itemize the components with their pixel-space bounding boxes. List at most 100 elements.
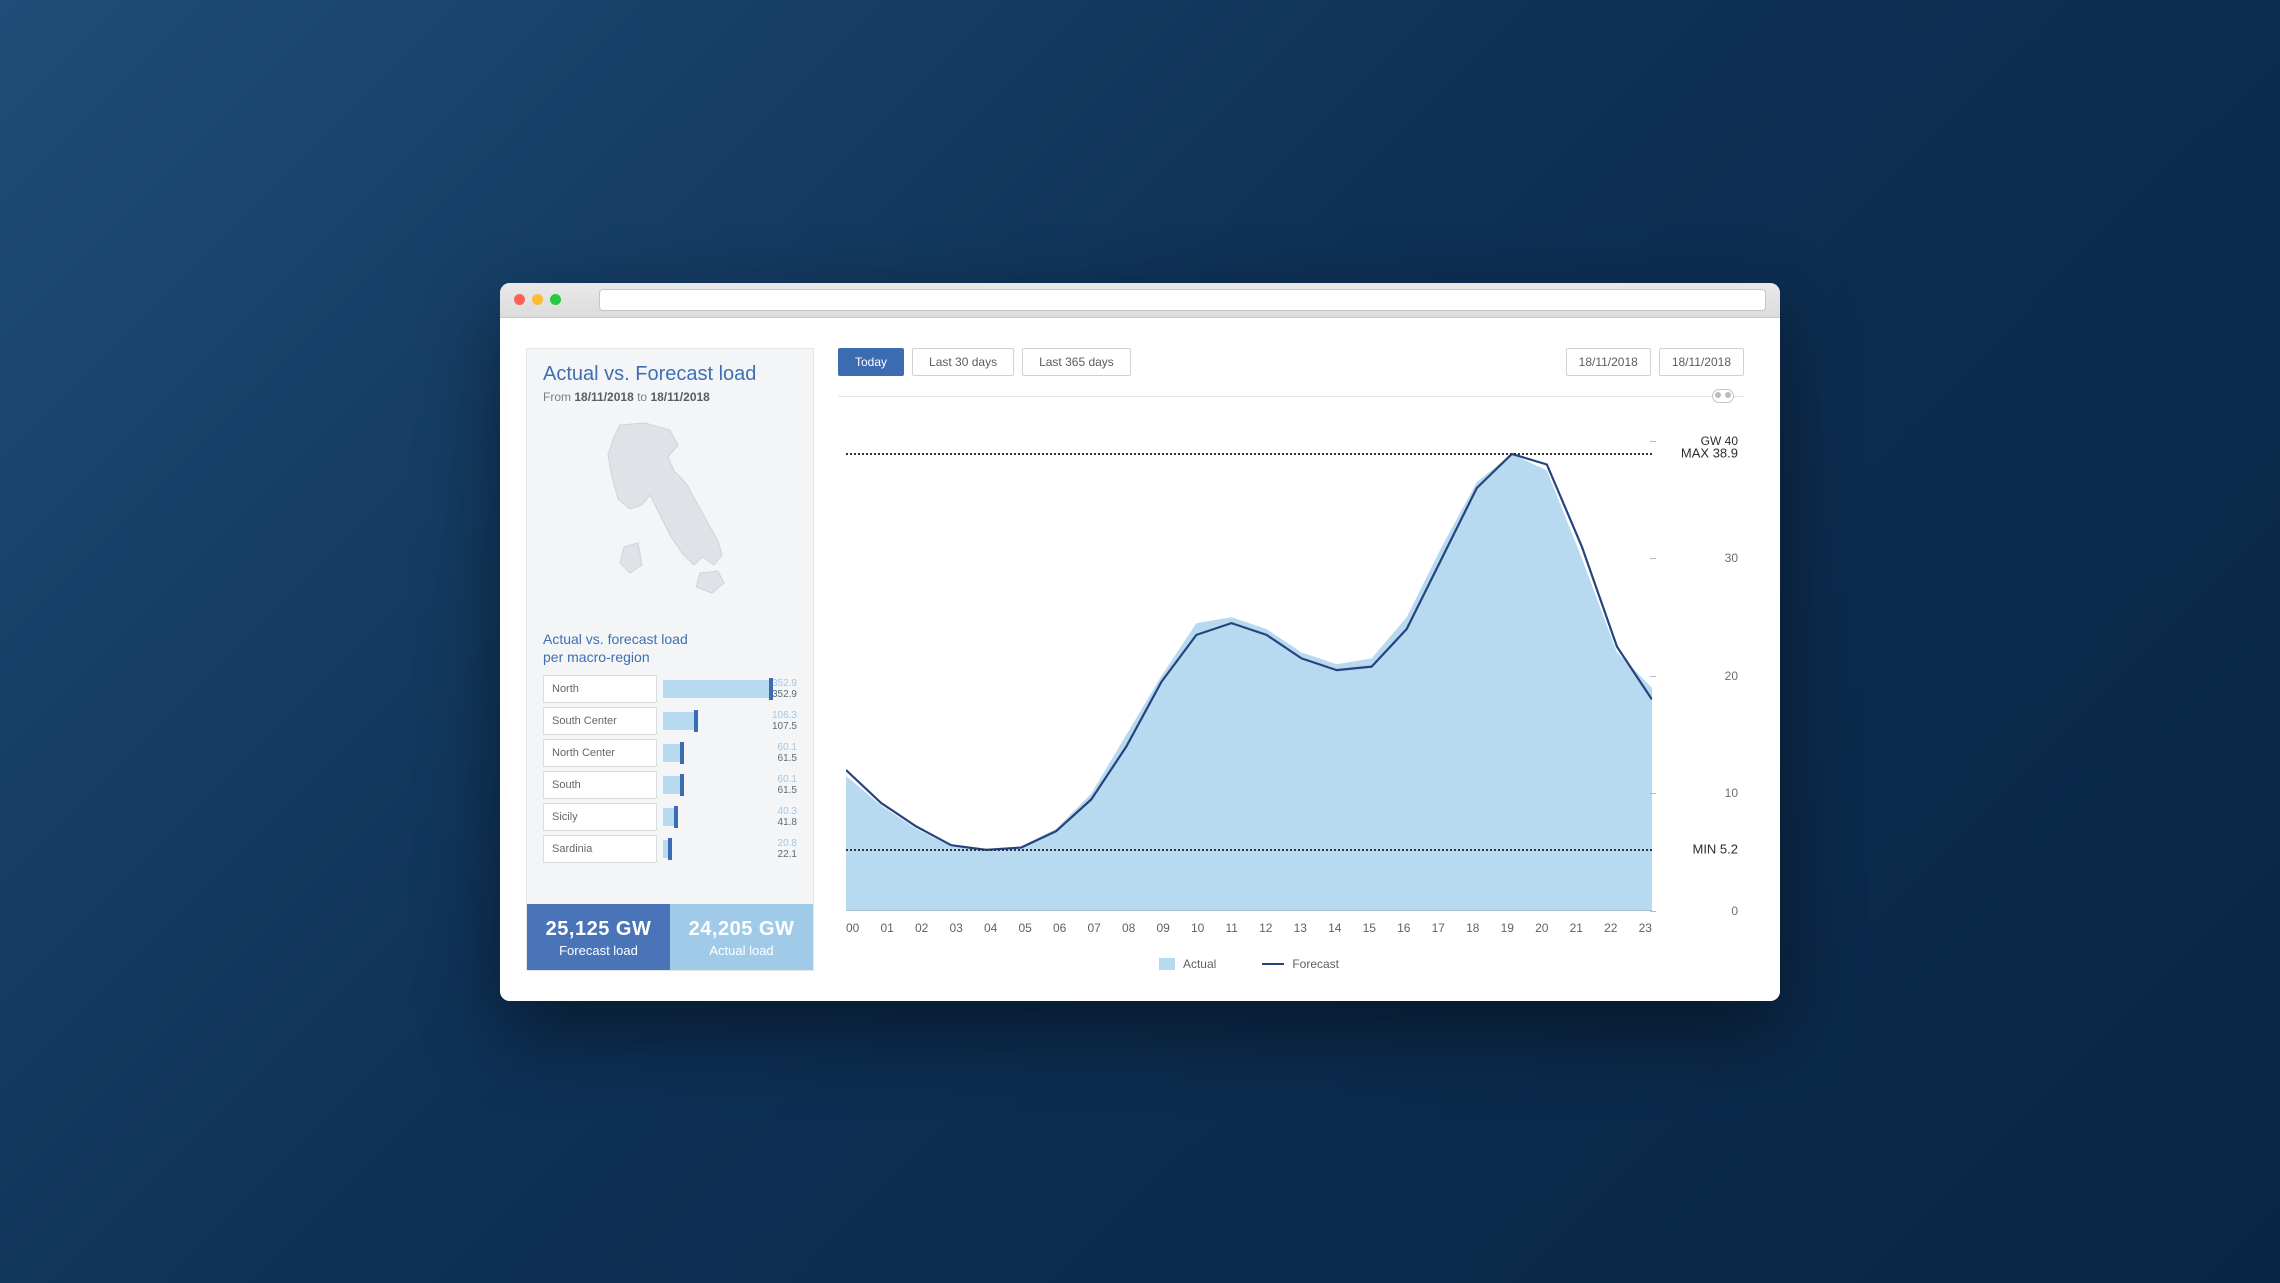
minimize-icon[interactable]	[532, 294, 543, 305]
page-title: Actual vs. Forecast load	[543, 363, 797, 386]
total-forecast-label: Forecast load	[533, 943, 664, 958]
maximize-icon[interactable]	[550, 294, 561, 305]
region-bar	[663, 707, 762, 735]
total-actual: 24,205 GW Actual load	[670, 904, 813, 970]
y-min-label: MIN 5.2	[1692, 842, 1738, 857]
y-30-label: 30	[1725, 551, 1738, 565]
region-name: Sardinia	[543, 835, 657, 863]
date-to-input[interactable]: 18/11/2018	[1659, 348, 1744, 376]
totals-row: 25,125 GW Forecast load 24,205 GW Actual…	[527, 904, 813, 970]
close-icon[interactable]	[514, 294, 525, 305]
date-from-input[interactable]: 18/11/2018	[1566, 348, 1651, 376]
region-row[interactable]: Sicily40.341.8	[543, 803, 797, 831]
range-30days-button[interactable]: Last 30 days	[912, 348, 1014, 376]
browser-window: Actual vs. Forecast load From 18/11/2018…	[500, 283, 1780, 1001]
legend-forecast-swatch	[1262, 963, 1284, 965]
region-row[interactable]: North352.9352.9	[543, 675, 797, 703]
x-tick-label: 15	[1363, 921, 1376, 935]
page-content: Actual vs. Forecast load From 18/11/2018…	[500, 318, 1780, 1001]
x-tick-label: 03	[950, 921, 963, 935]
sidebar: Actual vs. Forecast load From 18/11/2018…	[526, 348, 814, 971]
y-max-line	[846, 453, 1652, 455]
y-gw40-tick	[1650, 441, 1656, 442]
y-0-label: 0	[1731, 904, 1738, 918]
italy-map-icon[interactable]	[543, 410, 797, 620]
range-from: 18/11/2018	[574, 390, 633, 404]
x-tick-label: 12	[1259, 921, 1272, 935]
x-tick-label: 18	[1466, 921, 1479, 935]
x-tick-label: 20	[1535, 921, 1548, 935]
chart-container: GW 40MAX 38.9302010MIN 5.20 000102030405…	[838, 417, 1744, 971]
x-tick-label: 06	[1053, 921, 1066, 935]
chart-plot-area: GW 40MAX 38.9302010MIN 5.20	[846, 441, 1652, 911]
x-tick-label: 17	[1432, 921, 1445, 935]
x-tick-label: 14	[1328, 921, 1341, 935]
region-bar	[663, 803, 768, 831]
y-20-tick	[1650, 676, 1656, 677]
timeline-handle[interactable]	[1712, 389, 1734, 403]
main-panel: Today Last 30 days Last 365 days 18/11/2…	[838, 348, 1744, 971]
x-tick-label: 05	[1019, 921, 1032, 935]
region-values: 40.341.8	[774, 803, 797, 831]
region-row[interactable]: South 60.161.5	[543, 771, 797, 799]
region-bar	[663, 739, 768, 767]
total-actual-label: Actual load	[676, 943, 807, 958]
x-tick-label: 11	[1226, 921, 1238, 935]
legend-actual-label: Actual	[1183, 957, 1216, 971]
range-today-button[interactable]: Today	[838, 348, 904, 376]
total-actual-value: 24,205 GW	[676, 918, 807, 941]
region-bar	[663, 675, 762, 703]
y-min-line	[846, 849, 1652, 851]
y-20-label: 20	[1725, 669, 1738, 683]
range-mid: to	[634, 390, 651, 404]
chart-svg	[846, 441, 1652, 911]
region-bar	[663, 771, 768, 799]
range-365days-button[interactable]: Last 365 days	[1022, 348, 1131, 376]
x-tick-label: 19	[1501, 921, 1514, 935]
total-forecast: 25,125 GW Forecast load	[527, 904, 670, 970]
range-to: 18/11/2018	[650, 390, 709, 404]
region-row[interactable]: Sardinia 20.822.1	[543, 835, 797, 863]
total-forecast-value: 25,125 GW	[533, 918, 664, 941]
legend-actual-swatch	[1159, 958, 1175, 970]
x-tick-label: 02	[915, 921, 928, 935]
x-tick-label: 16	[1397, 921, 1410, 935]
date-range-label: From 18/11/2018 to 18/11/2018	[543, 390, 797, 404]
x-tick-label: 22	[1604, 921, 1617, 935]
chart-x-axis: 0001020304050607080910111213141516171819…	[846, 921, 1652, 935]
url-input[interactable]	[599, 289, 1766, 311]
region-row[interactable]: South Center 106.3107.5	[543, 707, 797, 735]
y-10-label: 10	[1725, 786, 1738, 800]
region-values: 60.161.5	[774, 739, 797, 767]
region-name: South	[543, 771, 657, 799]
x-tick-label: 10	[1191, 921, 1204, 935]
y-30-tick	[1650, 558, 1656, 559]
legend-forecast: Forecast	[1262, 957, 1339, 971]
region-row[interactable]: North Center60.161.5	[543, 739, 797, 767]
window-controls	[514, 294, 561, 305]
legend-actual: Actual	[1159, 957, 1216, 971]
region-name: North	[543, 675, 657, 703]
x-tick-label: 01	[881, 921, 894, 935]
x-tick-label: 07	[1088, 921, 1101, 935]
region-values: 60.161.5	[774, 771, 797, 799]
x-tick-label: 04	[984, 921, 997, 935]
x-tick-label: 13	[1294, 921, 1307, 935]
timeline-slider[interactable]	[838, 382, 1744, 397]
x-tick-label: 08	[1122, 921, 1135, 935]
chart-legend: Actual Forecast	[846, 957, 1652, 971]
region-values: 20.822.1	[774, 835, 797, 863]
region-values: 106.3107.5	[768, 707, 797, 735]
x-tick-label: 09	[1157, 921, 1170, 935]
y-max-label: MAX 38.9	[1681, 446, 1738, 461]
y-10-tick	[1650, 793, 1656, 794]
region-section-header: Actual vs. forecast load per macro-regio…	[527, 630, 813, 676]
toolbar: Today Last 30 days Last 365 days 18/11/2…	[838, 348, 1744, 376]
x-tick-label: 21	[1570, 921, 1583, 935]
region-list: North352.9352.9 South Center 106.3107.5 Nor…	[527, 675, 813, 875]
subhead-line2: per macro-region	[543, 649, 650, 665]
region-name: South Center	[543, 707, 657, 735]
region-bar	[663, 835, 768, 863]
browser-titlebar	[500, 283, 1780, 318]
range-prefix: From	[543, 390, 574, 404]
